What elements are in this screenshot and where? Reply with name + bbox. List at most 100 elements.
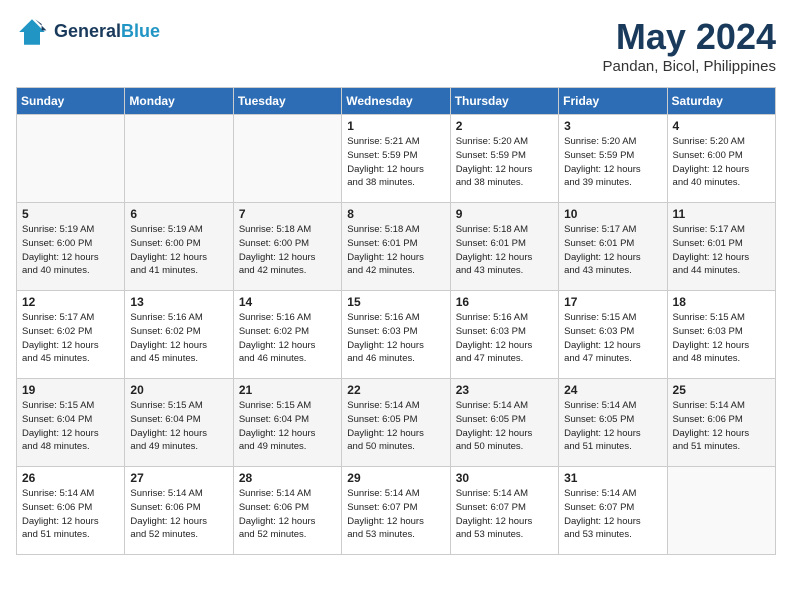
calendar-cell: 28 Sunrise: 5:14 AM Sunset: 6:06 PM Dayli… <box>233 467 341 555</box>
day-number: 29 <box>347 471 444 485</box>
day-info: Sunrise: 5:21 AM Sunset: 5:59 PM Dayligh… <box>347 135 444 190</box>
calendar-cell: 9 Sunrise: 5:18 AM Sunset: 6:01 PM Daylig… <box>450 203 558 291</box>
day-number: 18 <box>673 295 770 309</box>
day-number: 13 <box>130 295 227 309</box>
day-info: Sunrise: 5:14 AM Sunset: 6:06 PM Dayligh… <box>673 399 770 454</box>
day-info: Sunrise: 5:18 AM Sunset: 6:01 PM Dayligh… <box>456 223 553 278</box>
calendar-cell: 25 Sunrise: 5:14 AM Sunset: 6:06 PM Dayli… <box>667 379 775 467</box>
day-number: 25 <box>673 383 770 397</box>
day-number: 21 <box>239 383 336 397</box>
day-info: Sunrise: 5:16 AM Sunset: 6:02 PM Dayligh… <box>130 311 227 366</box>
day-info: Sunrise: 5:18 AM Sunset: 6:00 PM Dayligh… <box>239 223 336 278</box>
calendar-cell: 16 Sunrise: 5:16 AM Sunset: 6:03 PM Dayli… <box>450 291 558 379</box>
calendar-cell: 23 Sunrise: 5:14 AM Sunset: 6:05 PM Dayli… <box>450 379 558 467</box>
day-number: 7 <box>239 207 336 221</box>
day-number: 5 <box>22 207 119 221</box>
day-number: 9 <box>456 207 553 221</box>
calendar-cell: 6Sunrise: 5:19 AM Sunset: 6:00 PM Daylig… <box>125 203 233 291</box>
day-info: Sunrise: 5:17 AM Sunset: 6:01 PM Dayligh… <box>564 223 661 278</box>
calendar-cell: 7 Sunrise: 5:18 AM Sunset: 6:00 PM Daylig… <box>233 203 341 291</box>
day-info: Sunrise: 5:14 AM Sunset: 6:06 PM Dayligh… <box>130 487 227 542</box>
calendar-cell <box>125 115 233 203</box>
calendar-cell: 31 Sunrise: 5:14 AM Sunset: 6:07 PM Dayli… <box>559 467 667 555</box>
weekday-header-wednesday: Wednesday <box>342 88 450 115</box>
calendar-cell: 27 Sunrise: 5:14 AM Sunset: 6:06 PM Dayli… <box>125 467 233 555</box>
calendar-cell: 8Sunrise: 5:18 AM Sunset: 6:01 PM Daylig… <box>342 203 450 291</box>
weekday-header-thursday: Thursday <box>450 88 558 115</box>
calendar-cell: 21 Sunrise: 5:15 AM Sunset: 6:04 PM Dayli… <box>233 379 341 467</box>
day-number: 27 <box>130 471 227 485</box>
calendar-table: SundayMondayTuesdayWednesdayThursdayFrid… <box>16 87 776 555</box>
day-number: 24 <box>564 383 661 397</box>
day-info: Sunrise: 5:19 AM Sunset: 6:00 PM Dayligh… <box>22 223 119 278</box>
week-row-1: 1Sunrise: 5:21 AM Sunset: 5:59 PM Daylig… <box>17 115 776 203</box>
weekday-header-sunday: Sunday <box>17 88 125 115</box>
week-row-5: 26 Sunrise: 5:14 AM Sunset: 6:06 PM Dayli… <box>17 467 776 555</box>
day-number: 3 <box>564 119 661 133</box>
day-info: Sunrise: 5:14 AM Sunset: 6:07 PM Dayligh… <box>347 487 444 542</box>
day-info: Sunrise: 5:20 AM Sunset: 5:59 PM Dayligh… <box>456 135 553 190</box>
day-number: 16 <box>456 295 553 309</box>
calendar-cell: 1Sunrise: 5:21 AM Sunset: 5:59 PM Daylig… <box>342 115 450 203</box>
day-number: 28 <box>239 471 336 485</box>
day-number: 11 <box>673 207 770 221</box>
calendar-cell: 4Sunrise: 5:20 AM Sunset: 6:00 PM Daylig… <box>667 115 775 203</box>
logo: GeneralBlue <box>16 16 160 48</box>
day-info: Sunrise: 5:20 AM Sunset: 6:00 PM Dayligh… <box>673 135 770 190</box>
calendar-cell: 3 Sunrise: 5:20 AM Sunset: 5:59 PM Daylig… <box>559 115 667 203</box>
weekday-header-saturday: Saturday <box>667 88 775 115</box>
calendar-cell: 12 Sunrise: 5:17 AM Sunset: 6:02 PM Dayli… <box>17 291 125 379</box>
day-info: Sunrise: 5:17 AM Sunset: 6:01 PM Dayligh… <box>673 223 770 278</box>
day-info: Sunrise: 5:19 AM Sunset: 6:00 PM Dayligh… <box>130 223 227 278</box>
calendar-cell: 29 Sunrise: 5:14 AM Sunset: 6:07 PM Dayli… <box>342 467 450 555</box>
day-number: 14 <box>239 295 336 309</box>
day-info: Sunrise: 5:15 AM Sunset: 6:04 PM Dayligh… <box>130 399 227 454</box>
calendar-cell: 10 Sunrise: 5:17 AM Sunset: 6:01 PM Dayli… <box>559 203 667 291</box>
calendar-cell: 24 Sunrise: 5:14 AM Sunset: 6:05 PM Dayli… <box>559 379 667 467</box>
calendar-cell: 5 Sunrise: 5:19 AM Sunset: 6:00 PM Daylig… <box>17 203 125 291</box>
day-info: Sunrise: 5:14 AM Sunset: 6:05 PM Dayligh… <box>456 399 553 454</box>
calendar-cell: 2 Sunrise: 5:20 AM Sunset: 5:59 PM Daylig… <box>450 115 558 203</box>
weekday-header-row: SundayMondayTuesdayWednesdayThursdayFrid… <box>17 88 776 115</box>
day-info: Sunrise: 5:16 AM Sunset: 6:03 PM Dayligh… <box>347 311 444 366</box>
calendar-cell <box>17 115 125 203</box>
page-header: GeneralBlue May 2024 Pandan, Bicol, Phil… <box>16 16 776 75</box>
day-info: Sunrise: 5:15 AM Sunset: 6:03 PM Dayligh… <box>564 311 661 366</box>
month-title: May 2024 <box>603 16 776 58</box>
day-number: 26 <box>22 471 119 485</box>
day-number: 22 <box>347 383 444 397</box>
day-number: 23 <box>456 383 553 397</box>
day-info: Sunrise: 5:15 AM Sunset: 6:03 PM Dayligh… <box>673 311 770 366</box>
day-number: 10 <box>564 207 661 221</box>
day-number: 31 <box>564 471 661 485</box>
calendar-cell: 22 Sunrise: 5:14 AM Sunset: 6:05 PM Dayli… <box>342 379 450 467</box>
logo-text: GeneralBlue <box>54 22 160 42</box>
day-info: Sunrise: 5:14 AM Sunset: 6:05 PM Dayligh… <box>347 399 444 454</box>
title-block: May 2024 Pandan, Bicol, Philippines <box>603 16 776 75</box>
day-info: Sunrise: 5:14 AM Sunset: 6:07 PM Dayligh… <box>456 487 553 542</box>
day-number: 12 <box>22 295 119 309</box>
day-info: Sunrise: 5:14 AM Sunset: 6:07 PM Dayligh… <box>564 487 661 542</box>
day-info: Sunrise: 5:16 AM Sunset: 6:03 PM Dayligh… <box>456 311 553 366</box>
calendar-cell <box>667 467 775 555</box>
day-info: Sunrise: 5:16 AM Sunset: 6:02 PM Dayligh… <box>239 311 336 366</box>
day-info: Sunrise: 5:15 AM Sunset: 6:04 PM Dayligh… <box>239 399 336 454</box>
day-info: Sunrise: 5:14 AM Sunset: 6:06 PM Dayligh… <box>22 487 119 542</box>
day-info: Sunrise: 5:20 AM Sunset: 5:59 PM Dayligh… <box>564 135 661 190</box>
calendar-cell: 17 Sunrise: 5:15 AM Sunset: 6:03 PM Dayli… <box>559 291 667 379</box>
calendar-cell: 20Sunrise: 5:15 AM Sunset: 6:04 PM Dayli… <box>125 379 233 467</box>
day-number: 30 <box>456 471 553 485</box>
calendar-cell: 19 Sunrise: 5:15 AM Sunset: 6:04 PM Dayli… <box>17 379 125 467</box>
day-info: Sunrise: 5:17 AM Sunset: 6:02 PM Dayligh… <box>22 311 119 366</box>
day-info: Sunrise: 5:14 AM Sunset: 6:06 PM Dayligh… <box>239 487 336 542</box>
day-info: Sunrise: 5:15 AM Sunset: 6:04 PM Dayligh… <box>22 399 119 454</box>
calendar-cell: 13 Sunrise: 5:16 AM Sunset: 6:02 PM Dayli… <box>125 291 233 379</box>
logo-icon <box>16 16 48 48</box>
day-info: Sunrise: 5:18 AM Sunset: 6:01 PM Dayligh… <box>347 223 444 278</box>
day-number: 2 <box>456 119 553 133</box>
day-number: 17 <box>564 295 661 309</box>
location: Pandan, Bicol, Philippines <box>603 58 776 75</box>
calendar-cell: 26 Sunrise: 5:14 AM Sunset: 6:06 PM Dayli… <box>17 467 125 555</box>
day-number: 19 <box>22 383 119 397</box>
day-info: Sunrise: 5:14 AM Sunset: 6:05 PM Dayligh… <box>564 399 661 454</box>
